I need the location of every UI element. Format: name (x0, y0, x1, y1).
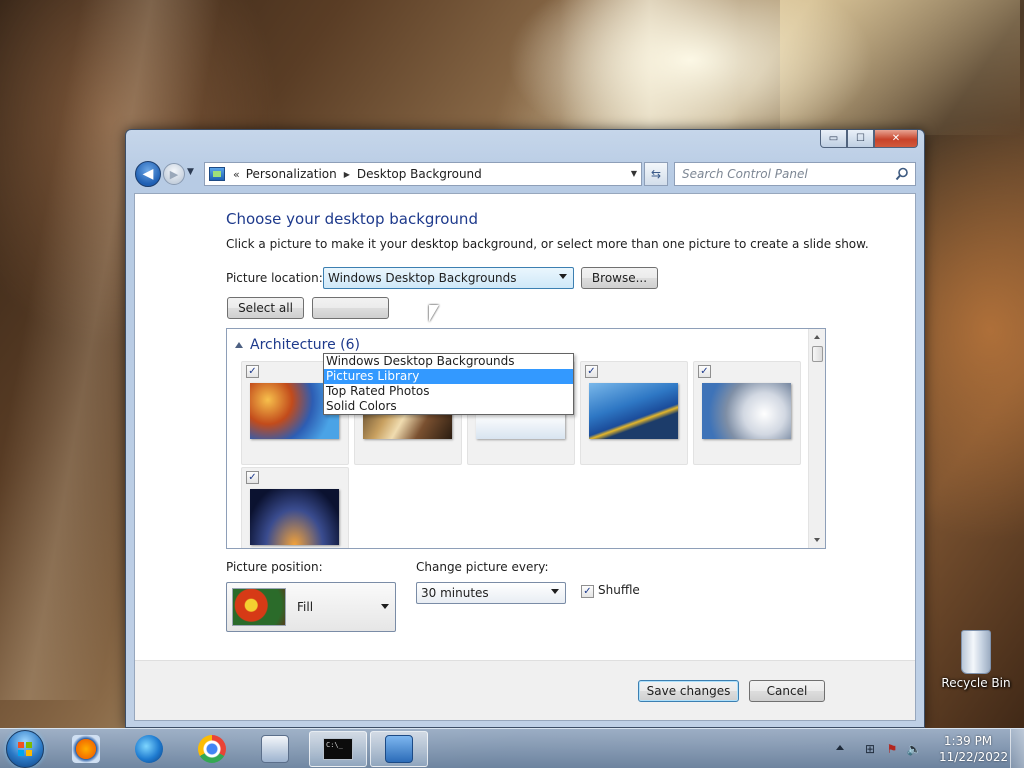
show-desktop-button[interactable] (1010, 729, 1024, 768)
wallpaper-tile[interactable]: ✓ (241, 467, 349, 548)
location-option[interactable]: Solid Colors (324, 399, 573, 414)
wallpaper-highlight (780, 0, 1020, 135)
command-prompt-icon: C:\_ (323, 738, 353, 760)
control-panel-icon (209, 167, 225, 181)
back-button[interactable]: ◀ (135, 161, 161, 187)
media-player-icon (72, 735, 100, 763)
group-title: Architecture (6) (250, 337, 360, 353)
location-option[interactable]: Top Rated Photos (324, 384, 573, 399)
close-button[interactable]: ✕ (874, 130, 918, 148)
clock-time: 1:39 PM (943, 734, 993, 748)
chevron-down-icon (551, 589, 559, 594)
breadcrumb-desktop-background[interactable]: Desktop Background (357, 167, 482, 181)
chevron-down-icon (381, 604, 389, 609)
scroll-thumb[interactable] (812, 346, 823, 362)
change-picture-label: Change picture every: (416, 560, 549, 574)
taskbar-remote-desktop[interactable] (246, 731, 304, 767)
picture-location-dropdown: Windows Desktop Backgrounds Pictures Lib… (323, 353, 574, 415)
group-header-architecture[interactable]: Architecture (6) (235, 337, 360, 353)
tile-checkbox[interactable]: ✓ (585, 365, 598, 378)
show-hidden-icons-icon[interactable] (836, 745, 844, 750)
recycle-bin-label: Recycle Bin (941, 676, 1011, 690)
picture-location-select[interactable]: Windows Desktop Backgrounds (323, 267, 574, 289)
search-input[interactable]: Search Control Panel (674, 162, 916, 186)
picture-position-label: Picture position: (226, 560, 323, 574)
dialog-footer: Save changes Cancel (135, 660, 915, 720)
chrome-icon (198, 735, 226, 763)
location-option[interactable]: Windows Desktop Backgrounds (324, 354, 573, 369)
recycle-bin-shortcut[interactable]: Recycle Bin (940, 630, 1012, 690)
recent-pages-dropdown-icon[interactable]: ▼ (187, 167, 194, 177)
cancel-button[interactable]: Cancel (749, 680, 825, 702)
wallpaper-thumbnail[interactable] (702, 383, 791, 439)
desktop-background-window: ▭ ☐ ✕ ◀ ▶ ▼ « Personalization ▶ Desktop … (125, 129, 925, 728)
browse-button[interactable]: Browse... (581, 267, 658, 289)
tile-checkbox[interactable]: ✓ (246, 471, 259, 484)
minimize-button[interactable]: ▭ (820, 130, 847, 148)
save-changes-button[interactable]: Save changes (638, 680, 739, 702)
picture-location-label: Picture location: (226, 271, 323, 285)
taskbar: C:\_ ⊞ ⚑ 🔈 1:39 PM 11/22/2022 (0, 728, 1024, 768)
clear-all-button[interactable] (312, 297, 389, 319)
search-placeholder: Search Control Panel (682, 167, 808, 181)
refresh-icon: ⇆ (650, 167, 662, 181)
page-description: Click a picture to make it your desktop … (226, 237, 869, 251)
network-tray-icon[interactable]: ⊞ (862, 741, 878, 757)
remote-desktop-icon (261, 735, 289, 763)
shuffle-label[interactable]: Shuffle (598, 583, 640, 597)
breadcrumb-overflow[interactable]: « (233, 168, 240, 181)
maximize-button[interactable]: ☐ (847, 130, 874, 148)
wallpaper-thumbnail[interactable] (250, 489, 339, 545)
tile-checkbox[interactable]: ✓ (698, 365, 711, 378)
notification-area: ⊞ ⚑ 🔈 1:39 PM 11/22/2022 (834, 729, 1024, 768)
wallpaper-tile[interactable]: ✓ (693, 361, 801, 465)
recycle-bin-icon (961, 630, 991, 674)
search-icon[interactable] (895, 167, 909, 181)
address-history-dropdown-icon[interactable]: ▼ (631, 169, 637, 178)
volume-icon[interactable]: 🔈 (906, 741, 922, 757)
breadcrumb-separator-icon[interactable]: ▶ (344, 170, 350, 179)
clock-date: 11/22/2022 (939, 750, 1009, 764)
select-all-button[interactable]: Select all (227, 297, 304, 319)
taskbar-command-prompt[interactable]: C:\_ (309, 731, 367, 767)
taskbar-network[interactable] (120, 731, 178, 767)
taskbar-chrome[interactable] (183, 731, 241, 767)
network-icon (135, 735, 163, 763)
shuffle-checkbox[interactable]: ✓ (581, 585, 594, 598)
location-option-highlighted[interactable]: Pictures Library (324, 369, 573, 384)
taskbar-media-player[interactable] (57, 731, 115, 767)
control-panel-icon (385, 735, 413, 763)
wallpaper-tile[interactable]: ✓ (580, 361, 688, 465)
mouse-cursor-icon (429, 305, 439, 322)
breadcrumb-personalization[interactable]: Personalization (246, 167, 337, 181)
caption-buttons: ▭ ☐ ✕ (820, 130, 918, 148)
refresh-button[interactable]: ⇆ (644, 162, 668, 186)
change-interval-select[interactable]: 30 minutes (416, 582, 566, 604)
position-preview-thumbnail (232, 588, 286, 626)
scroll-up-icon[interactable] (814, 335, 820, 339)
collapse-arrow-icon[interactable] (235, 342, 243, 348)
change-interval-value: 30 minutes (421, 586, 489, 600)
start-button[interactable] (6, 730, 44, 768)
picture-position-select[interactable]: Fill (226, 582, 396, 632)
chevron-down-icon (559, 274, 567, 279)
wallpaper-highlight (560, 0, 740, 135)
address-bar[interactable]: « Personalization ▶ Desktop Background ▼ (204, 162, 642, 186)
page-title: Choose your desktop background (226, 210, 478, 228)
wallpaper-thumbnail[interactable] (589, 383, 678, 439)
picture-position-value: Fill (297, 600, 314, 614)
content-pane: Choose your desktop background Click a p… (134, 193, 916, 721)
navigation-bar: ◀ ▶ ▼ « Personalization ▶ Desktop Backgr… (134, 161, 916, 187)
clock[interactable]: 1:39 PM 11/22/2022 (939, 733, 1009, 765)
gallery-scrollbar[interactable] (808, 329, 825, 548)
picture-location-value: Windows Desktop Backgrounds (328, 271, 517, 285)
taskbar-control-panel[interactable] (370, 731, 428, 767)
windows-logo-icon (18, 742, 32, 756)
action-center-icon[interactable]: ⚑ (884, 741, 900, 757)
forward-button[interactable]: ▶ (163, 163, 185, 185)
scroll-down-icon[interactable] (814, 538, 820, 542)
tile-checkbox[interactable]: ✓ (246, 365, 259, 378)
